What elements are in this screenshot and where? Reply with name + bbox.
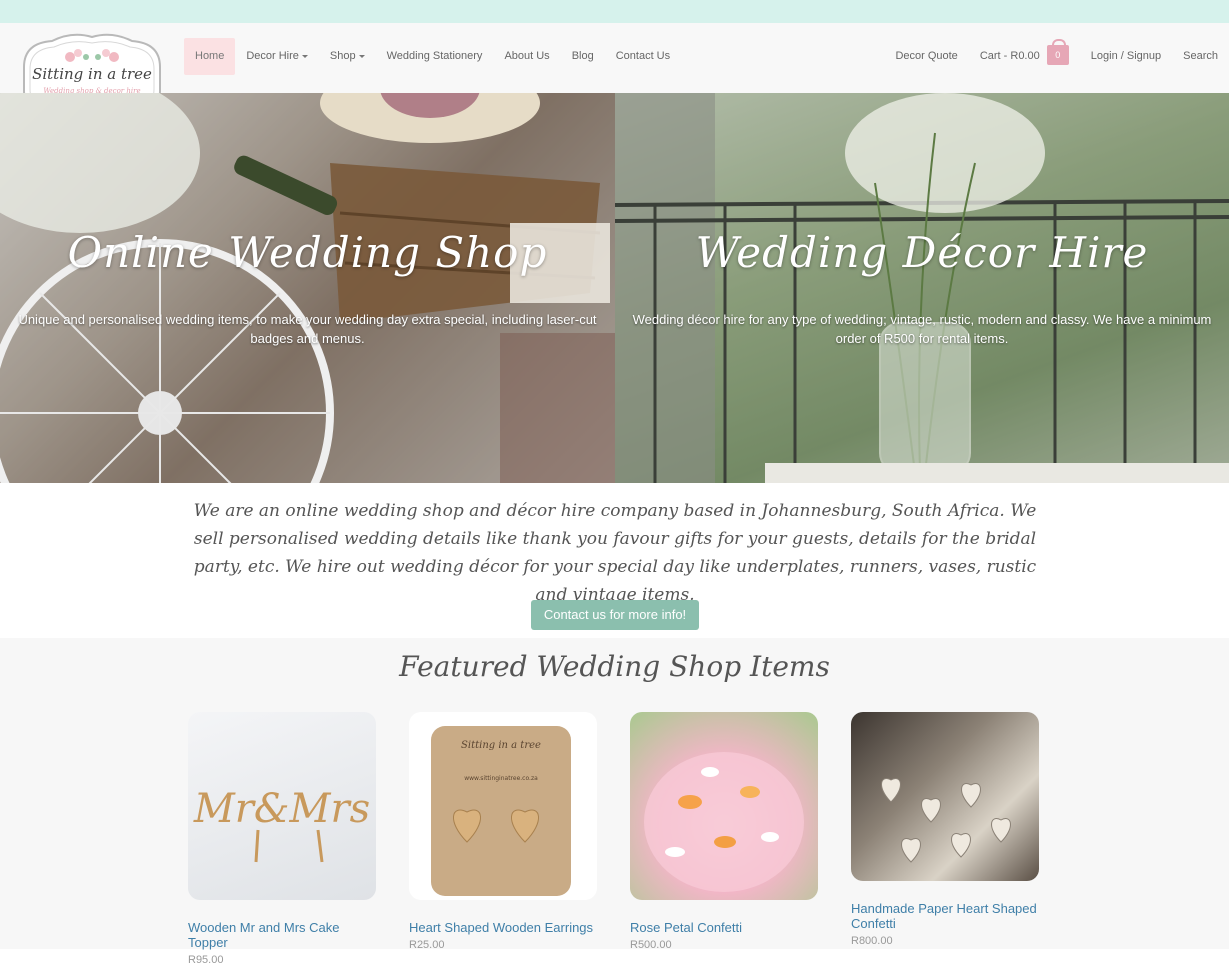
svg-text:Sitting in a tree: Sitting in a tree (461, 740, 541, 751)
product-name[interactable]: Rose Petal Confetti (630, 920, 818, 935)
nav-shop[interactable]: Shop (319, 38, 376, 75)
cart-count-badge: 0 (1055, 50, 1061, 61)
logo-title: Sitting in a tree (32, 65, 152, 83)
product-image-cake-topper[interactable]: Mr&Mrs (188, 712, 376, 900)
secondary-nav: Decor Quote Cart - R0.00 0 Login / Signu… (884, 38, 1229, 75)
main-nav: Home Decor Hire Shop Wedding Stationery … (184, 38, 681, 75)
contact-info-button[interactable]: Contact us for more info! (531, 600, 699, 630)
hero-title: Online Wedding Shop (67, 228, 548, 277)
product-price: R500.00 (630, 939, 672, 951)
rose-petals-graphic (644, 752, 804, 892)
paper-hearts-graphic (881, 778, 1011, 863)
product-price: R95.00 (188, 954, 224, 966)
hero-description: Wedding décor hire for any type of weddi… (632, 312, 1212, 346)
nav-wedding-stationery[interactable]: Wedding Stationery (376, 38, 494, 75)
product-image-rose-petals[interactable] (630, 712, 818, 900)
intro-section: We are an online wedding shop and décor … (0, 483, 1229, 638)
hero-decor-hire[interactable]: Wedding Décor Hire Wedding décor hire fo… (615, 93, 1229, 483)
product-card[interactable]: Sitting in a tree www.sittinginatree.co.… (409, 712, 597, 951)
nav-decor-quote[interactable]: Decor Quote (884, 38, 968, 75)
product-name[interactable]: Handmade Paper Heart Shaped Confetti (851, 901, 1039, 931)
flower-vase-photo (615, 93, 1229, 483)
mr-mrs-topper-graphic: Mr&Mrs (193, 786, 370, 863)
intro-text: We are an online wedding shop and décor … (193, 501, 1037, 605)
nav-label: Blog (571, 50, 594, 62)
svg-text:Mr&Mrs: Mr&Mrs (193, 786, 370, 832)
nav-label: Shop (329, 50, 356, 62)
cart-total: Cart - R0.00 (979, 50, 1040, 62)
nav-login-signup[interactable]: Login / Signup (1080, 38, 1172, 75)
top-strip (0, 0, 1229, 23)
nav-label: Wedding Stationery (386, 50, 483, 62)
nav-label: Contact Us (615, 50, 671, 62)
featured-section: Featured Wedding Shop Items Mr&Mrs Woode… (0, 638, 1229, 966)
product-image-earrings[interactable]: Sitting in a tree www.sittinginatree.co.… (409, 712, 597, 900)
navbar: Sitting in a tree Wedding shop & decor h… (0, 23, 1229, 125)
nav-blog[interactable]: Blog (561, 38, 605, 75)
caret-down-icon (301, 54, 308, 58)
nav-decor-hire[interactable]: Decor Hire (235, 38, 319, 75)
product-name[interactable]: Wooden Mr and Mrs Cake Topper (188, 920, 376, 950)
product-image-paper-hearts[interactable] (851, 712, 1039, 881)
product-price: R25.00 (409, 939, 445, 951)
bicycle-basket-photo (0, 93, 615, 483)
earrings-card-graphic: Sitting in a tree www.sittinginatree.co.… (431, 726, 571, 896)
nav-search[interactable]: Search (1172, 38, 1229, 75)
product-price: R800.00 (851, 935, 893, 947)
product-card[interactable]: Mr&Mrs Wooden Mr and Mrs Cake Topper R95… (188, 712, 376, 966)
shopping-bag-icon: 0 (1046, 39, 1069, 66)
nav-home[interactable]: Home (184, 38, 236, 75)
nav-label: Home (195, 50, 225, 62)
nav-cart[interactable]: Cart - R0.00 0 (969, 38, 1080, 75)
nav-contact-us[interactable]: Contact Us (605, 38, 681, 75)
caret-down-icon (358, 54, 365, 58)
nav-label: Decor Hire (246, 50, 299, 62)
hero-title: Wedding Décor Hire (695, 228, 1149, 277)
product-name[interactable]: Heart Shaped Wooden Earrings (409, 920, 597, 935)
hero-wedding-shop[interactable]: Online Wedding Shop Unique and personali… (0, 93, 615, 483)
product-card[interactable]: Handmade Paper Heart Shaped Confetti R80… (851, 712, 1039, 947)
hero-description: Unique and personalised wedding items, t… (18, 312, 597, 346)
nav-about-us[interactable]: About Us (493, 38, 560, 75)
featured-title: Featured Wedding Shop Items (399, 650, 830, 683)
svg-text:www.sittinginatree.co.za: www.sittinginatree.co.za (464, 775, 538, 782)
nav-label: About Us (504, 50, 550, 62)
product-card[interactable]: Rose Petal Confetti R500.00 (630, 712, 818, 951)
